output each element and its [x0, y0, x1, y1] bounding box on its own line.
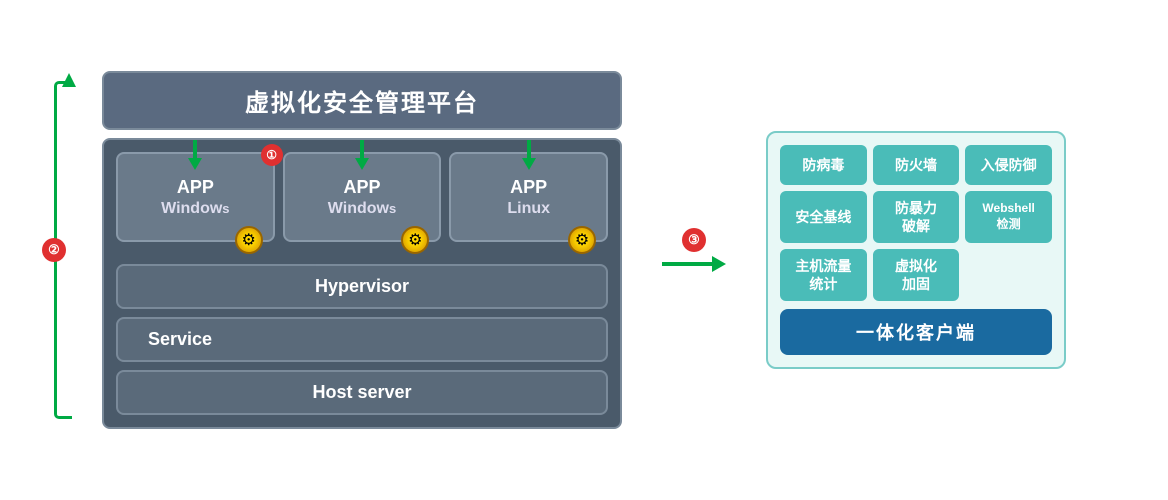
middle-arrow-section: ③ [662, 228, 726, 272]
inner-box: APP Windows ① ⚙ [102, 138, 622, 429]
feature-ips: 入侵防御 [965, 145, 1052, 185]
vm3-gear-icon: ⚙ [568, 226, 596, 254]
badge-2: ② [42, 238, 66, 262]
vm2-os-label: Windows [328, 200, 396, 218]
vm1-gear-icon: ⚙ [235, 226, 263, 254]
vm-box-3: APP Linux ⚙ [449, 152, 608, 242]
feature-traffic: 主机流量 统计 [780, 249, 867, 301]
architecture-block: ② 虚拟化安全管理平台 APP Wind [102, 71, 622, 429]
vm2-app-label: APP [344, 177, 381, 198]
features-empty [965, 249, 1052, 301]
client-btn: 一体化客户端 [780, 309, 1052, 355]
badge-1: ① [261, 144, 283, 166]
hypervisor-layer: Hypervisor [116, 264, 608, 309]
vm2-arrow [355, 140, 369, 170]
up-arrow-indicator [62, 73, 76, 87]
vm3-os-label: Linux [507, 200, 550, 218]
feature-virt-hardening: 虚拟化 加固 [873, 249, 960, 301]
main-diagram: ② 虚拟化安全管理平台 APP Wind [72, 51, 1096, 449]
vm-box-1: APP Windows ① ⚙ [116, 152, 275, 242]
vm-box-2: APP Windows ⚙ [283, 152, 442, 242]
service-layer: Service [116, 317, 608, 362]
vm1-arrow [188, 140, 202, 170]
features-grid: 防病毒 防火墙 入侵防御 安全基线 防暴力 破解 Webshell 检测 主机流… [780, 145, 1052, 302]
vm1-os-label: Windows [161, 200, 229, 218]
badge-3: ③ [682, 228, 706, 252]
feature-bruteforce: 防暴力 破解 [873, 191, 960, 243]
host-server-layer: Host server [116, 370, 608, 415]
features-panel: 防病毒 防火墙 入侵防御 安全基线 防暴力 破解 Webshell 检测 主机流… [766, 131, 1066, 370]
spacer [116, 250, 608, 256]
feature-antivirus: 防病毒 [780, 145, 867, 185]
feature-baseline: 安全基线 [780, 191, 867, 243]
vm3-app-label: APP [510, 177, 547, 198]
right-arrow [662, 256, 726, 272]
feature-webshell: Webshell 检测 [965, 191, 1052, 243]
vm2-gear-icon: ⚙ [401, 226, 429, 254]
feature-firewall: 防火墙 [873, 145, 960, 185]
vm3-arrow [522, 140, 536, 170]
vm-row: APP Windows ① ⚙ [116, 152, 608, 242]
vm1-app-label: APP [177, 177, 214, 198]
platform-title-box: 虚拟化安全管理平台 [102, 71, 622, 130]
platform-title: 虚拟化安全管理平台 [245, 90, 479, 117]
